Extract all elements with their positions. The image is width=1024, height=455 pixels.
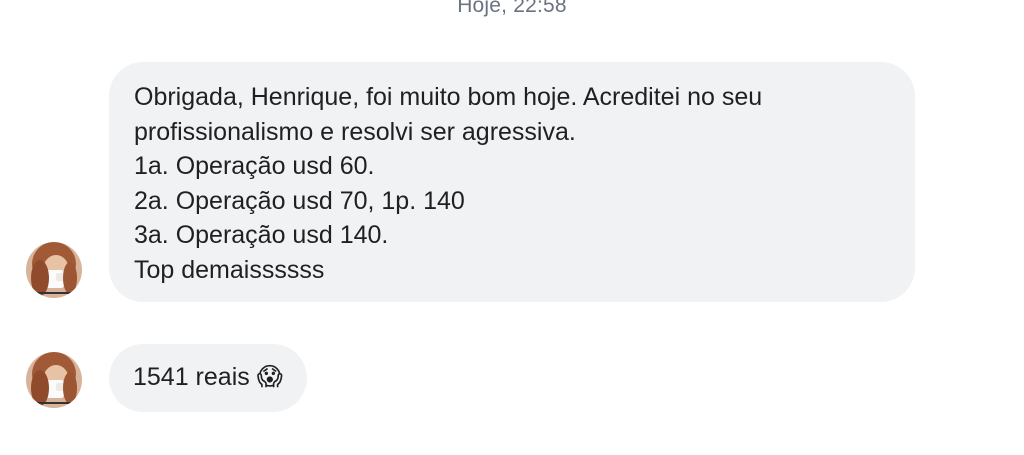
message-line: 2a. Operação usd 70, 1p. 140	[134, 186, 465, 215]
chat-view: Hoje, 22:58 Obrigada, Henrique, foi muit…	[0, 0, 1024, 455]
scream-emoji-icon: 😱	[256, 362, 283, 391]
message-timestamp: Hoje, 22:58	[457, 0, 567, 17]
sender-avatar[interactable]	[26, 352, 82, 408]
message-line: Obrigada, Henrique, foi muito bom hoje. …	[134, 83, 763, 111]
message-row: 1541 reais 😱	[0, 344, 1024, 412]
message-line: 3a. Operação usd 140.	[134, 221, 389, 249]
message-bubble[interactable]: Obrigada, Henrique, foi muito bom hoje. …	[109, 62, 915, 302]
message-text: 1541 reais	[133, 363, 250, 391]
message-bubble[interactable]: 1541 reais 😱	[109, 344, 307, 412]
avatar-image	[26, 352, 82, 408]
avatar-image	[26, 242, 82, 298]
message-line: 1a. Operação usd 60.	[134, 152, 375, 180]
message-row: Obrigada, Henrique, foi muito bom hoje. …	[0, 62, 1024, 302]
sender-avatar[interactable]	[26, 242, 82, 298]
message-line: Top demaissssss	[134, 255, 325, 284]
message-line: profissionalismo e resolvi ser agressiva…	[134, 117, 576, 146]
